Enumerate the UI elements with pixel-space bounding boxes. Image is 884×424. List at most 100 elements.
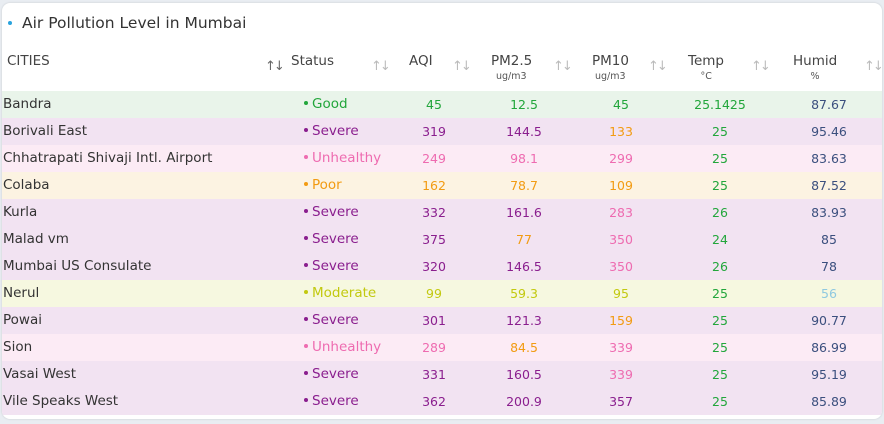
pm25-value: 144.5 [506,124,542,139]
status-dot-icon [304,344,308,348]
aqi-value: 319 [422,124,446,139]
temp-value: 25 [712,367,728,382]
pm10-value: 350 [609,259,633,274]
pm10-value: 159 [609,313,633,328]
status-label: Unhealthy [312,339,382,355]
temp-value: 26 [712,205,728,220]
sort-humid-icon[interactable]: ↑↓ [864,59,882,74]
city-name: Mumbai US Consulate [3,258,152,274]
humid-value: 86.99 [811,340,847,355]
table-row[interactable]: Bandra Good 45 12.5 45 25.1425 87.67 [2,91,882,118]
humid-value: 78 [821,259,837,274]
city-name: Chhatrapati Shivaji Intl. Airport [3,150,213,166]
status-badge: Severe [304,199,359,226]
aqi-value: 289 [422,340,446,355]
status-label: Severe [312,204,359,220]
status-label: Severe [312,312,359,328]
pm25-value: 160.5 [506,367,542,382]
status-badge: Moderate [304,280,376,307]
pm10-value: 357 [609,394,633,409]
city-name: Vasai West [3,366,76,382]
table-row[interactable]: Mumbai US Consulate Severe 320 146.5 350 26 78 [2,253,882,280]
pm10-value: 339 [609,367,633,382]
table-row[interactable]: Chhatrapati Shivaji Intl. Airport Unhealt… [2,145,882,172]
pm25-value: 84.5 [510,340,538,355]
table-row[interactable]: Vasai West Severe 331 160.5 339 25 95.19 [2,361,882,388]
status-dot-icon [304,182,308,186]
temp-value: 24 [712,232,728,247]
aqi-value: 375 [422,232,446,247]
status-label: Poor [312,177,342,193]
status-badge: Severe [304,388,359,415]
status-badge: Unhealthy [304,334,381,361]
pm25-value: 121.3 [506,313,542,328]
table-row[interactable]: Nerul Moderate 99 59.3 95 25 56 [2,280,882,307]
table-row[interactable]: Powai Severe 301 121.3 159 25 90.77 [2,307,882,334]
card-header: Air Pollution Level in Mumbai [8,13,246,33]
humid-value: 87.52 [811,178,847,193]
status-badge: Severe [304,307,359,334]
table-row[interactable]: Kurla Severe 332 161.6 283 26 83.93 [2,199,882,226]
column-label-humid: Humid [793,53,838,69]
status-label: Severe [312,393,359,409]
status-dot-icon [304,371,308,375]
card-title: Air Pollution Level in Mumbai [22,14,247,32]
city-name: Malad vm [3,231,69,247]
table-row[interactable]: Sion Unhealthy 289 84.5 339 25 86.99 [2,334,882,361]
city-name: Borivali East [3,123,88,139]
temp-value: 25.1425 [694,97,746,112]
temp-value: 26 [712,259,728,274]
column-header-humid[interactable]: Humid% ↑↓ [2,51,882,91]
pm10-value: 133 [609,124,633,139]
temp-value: 25 [712,313,728,328]
city-name: Sion [3,339,33,355]
humid-value: 87.67 [811,97,847,112]
pm25-value: 98.1 [510,151,538,166]
status-dot-icon [304,290,308,294]
pm10-value: 350 [609,232,633,247]
temp-value: 25 [712,178,728,193]
status-label: Good [312,96,348,112]
table-row[interactable]: Malad vm Severe 375 77 350 24 85 [2,226,882,253]
temp-value: 25 [712,151,728,166]
humid-value: 95.46 [811,124,847,139]
temp-value: 25 [712,394,728,409]
status-dot-icon [304,398,308,402]
humid-value: 85 [821,232,837,247]
status-badge: Good [304,91,348,118]
city-name: Vile Speaks West [3,393,119,409]
pm10-value: 283 [609,205,633,220]
status-label: Severe [312,366,359,382]
status-label: Severe [312,258,359,274]
status-dot-icon [304,209,308,213]
status-badge: Poor [304,172,342,199]
temp-value: 25 [712,340,728,355]
table-row[interactable]: Vile Speaks West Severe 362 200.9 357 25 85.89 [2,388,882,415]
status-label: Moderate [312,285,377,301]
status-badge: Severe [304,361,359,388]
aqi-value: 332 [422,205,446,220]
city-name: Nerul [3,285,40,301]
status-dot-icon [304,236,308,240]
status-label: Severe [312,231,359,247]
status-dot-icon [304,317,308,321]
table-row[interactable]: Colaba Poor 162 78.7 109 25 87.52 [2,172,882,199]
pm10-value: 299 [609,151,633,166]
pm25-value: 77 [516,232,532,247]
pm10-value: 45 [613,97,629,112]
table-row[interactable]: Borivali East Severe 319 144.5 133 25 95.46 [2,118,882,145]
temp-value: 25 [712,124,728,139]
humid-value: 56 [821,286,837,301]
pm10-value: 339 [609,340,633,355]
status-label: Severe [312,123,359,139]
aqi-value: 320 [422,259,446,274]
aqi-value: 45 [426,97,442,112]
city-name: Colaba [3,177,50,193]
pm25-value: 59.3 [510,286,538,301]
city-name: Powai [3,312,42,328]
pm10-value: 109 [609,178,633,193]
aqi-value: 162 [422,178,446,193]
humid-value: 95.19 [811,367,847,382]
status-dot-icon [304,101,308,105]
column-unit-humid: % [810,71,820,82]
